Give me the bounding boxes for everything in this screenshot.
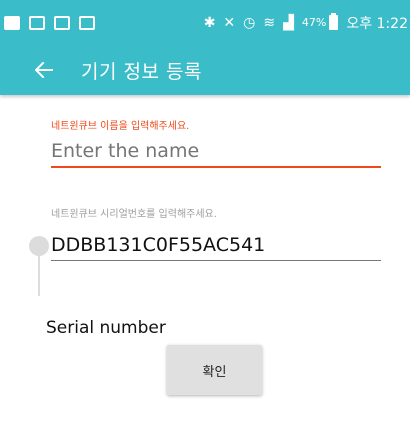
bluetooth-icon: ✱ [203, 14, 216, 31]
status-right-icons: ✱ ✕ ◷ ≋ ▟ 47% 오후 1:22 [204, 13, 408, 33]
serial-number-label: Serial number [46, 318, 166, 338]
text-selection-handle[interactable] [29, 236, 49, 256]
battery-icon [329, 13, 339, 30]
serial-field-hint: 네트윈큐브 시리얼번호를 입력해주세요. [51, 209, 217, 220]
text-selection-handle-stem [38, 256, 40, 296]
signal-icon: ▟ [283, 14, 294, 31]
notification-box-icon [29, 15, 45, 30]
mute-icon: ✕ [223, 14, 236, 31]
status-bar: ✱ ✕ ◷ ≋ ▟ 47% 오후 1:22 [0, 0, 410, 45]
notification-box-icon [4, 15, 20, 30]
page-title: 기기 정보 등록 [81, 60, 202, 83]
name-input[interactable] [51, 136, 381, 168]
app-screen: ✱ ✕ ◷ ≋ ▟ 47% 오후 1:22 기기 정보 등록 네트윈큐브 이름을… [0, 0, 410, 448]
back-arrow-icon[interactable] [33, 59, 55, 81]
status-time: 오후 1:22 [346, 15, 408, 32]
confirm-button[interactable]: 확인 [167, 345, 262, 395]
serial-input[interactable] [51, 229, 381, 261]
app-bar: 기기 정보 등록 [0, 45, 410, 95]
battery-percent: 47% [301, 16, 327, 29]
image-icon [79, 15, 95, 30]
alarm-icon: ◷ [243, 14, 256, 31]
status-left-icons [4, 15, 95, 30]
wifi-icon: ≋ [263, 14, 276, 31]
name-field-hint: 네트윈큐브 이름을 입력해주세요. [51, 121, 190, 132]
gallery-icon [54, 15, 70, 30]
